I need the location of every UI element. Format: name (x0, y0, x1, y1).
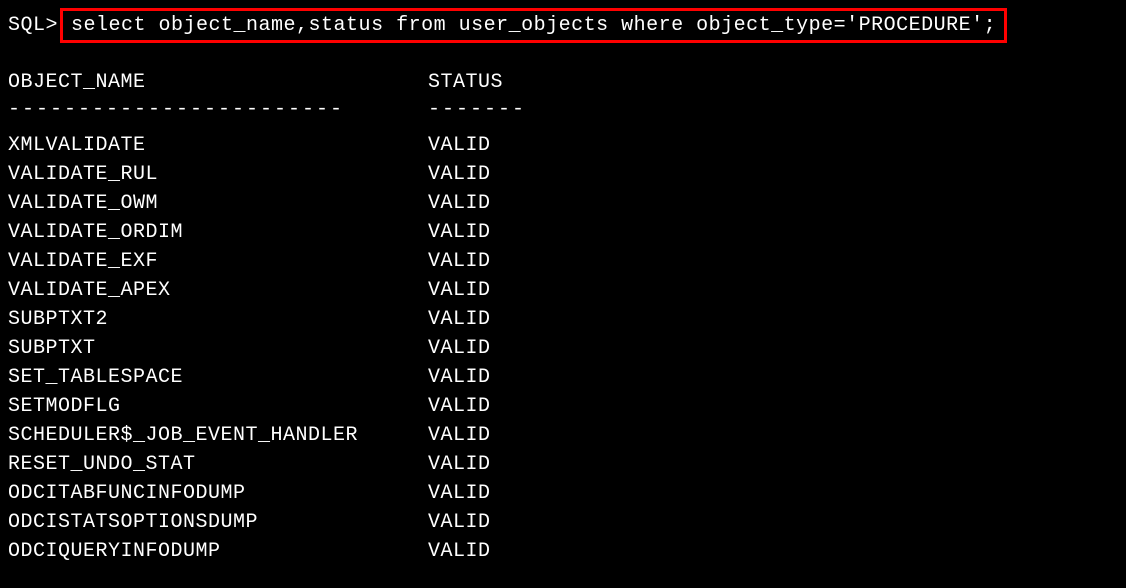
sql-prompt-label: SQL> (8, 14, 58, 37)
table-row: SET_TABLESPACEVALID (8, 363, 1118, 392)
results-header-row: OBJECT_NAME STATUS (8, 71, 1118, 94)
cell-object-name: SET_TABLESPACE (8, 363, 428, 392)
sql-query-highlight: select object_name,status from user_obje… (60, 8, 1007, 43)
table-row: RESET_UNDO_STATVALID (8, 450, 1118, 479)
cell-status: VALID (428, 334, 491, 363)
sql-prompt-line: SQL> select object_name,status from user… (8, 8, 1118, 43)
table-row: SCHEDULER$_JOB_EVENT_HANDLERVALID (8, 421, 1118, 450)
table-row: VALIDATE_OWMVALID (8, 189, 1118, 218)
query-results: OBJECT_NAME STATUS ---------------------… (8, 71, 1118, 566)
cell-object-name: SETMODFLG (8, 392, 428, 421)
cell-object-name: ODCIQUERYINFODUMP (8, 537, 428, 566)
cell-status: VALID (428, 508, 491, 537)
table-row: SETMODFLGVALID (8, 392, 1118, 421)
cell-status: VALID (428, 479, 491, 508)
cell-object-name: VALIDATE_ORDIM (8, 218, 428, 247)
results-separator-row: ------------------------ ------- (8, 98, 1118, 121)
cell-status: VALID (428, 305, 491, 334)
cell-status: VALID (428, 363, 491, 392)
table-row: ODCISTATSOPTIONSDUMPVALID (8, 508, 1118, 537)
cell-status: VALID (428, 160, 491, 189)
table-row: VALIDATE_RULVALID (8, 160, 1118, 189)
cell-status: VALID (428, 218, 491, 247)
table-row: SUBPTXT2VALID (8, 305, 1118, 334)
cell-object-name: RESET_UNDO_STAT (8, 450, 428, 479)
table-row: ODCITABFUNCINFODUMPVALID (8, 479, 1118, 508)
separator-object-name: ------------------------ (8, 98, 428, 121)
cell-object-name: VALIDATE_APEX (8, 276, 428, 305)
results-rows: XMLVALIDATEVALIDVALIDATE_RULVALIDVALIDAT… (8, 131, 1118, 566)
cell-object-name: ODCITABFUNCINFODUMP (8, 479, 428, 508)
cell-status: VALID (428, 450, 491, 479)
cell-status: VALID (428, 392, 491, 421)
cell-status: VALID (428, 131, 491, 160)
table-row: VALIDATE_EXFVALID (8, 247, 1118, 276)
cell-status: VALID (428, 537, 491, 566)
cell-object-name: SUBPTXT (8, 334, 428, 363)
cell-object-name: SUBPTXT2 (8, 305, 428, 334)
cell-status: VALID (428, 247, 491, 276)
cell-object-name: VALIDATE_EXF (8, 247, 428, 276)
table-row: XMLVALIDATEVALID (8, 131, 1118, 160)
table-row: VALIDATE_ORDIMVALID (8, 218, 1118, 247)
cell-status: VALID (428, 189, 491, 218)
cell-object-name: XMLVALIDATE (8, 131, 428, 160)
table-row: ODCIQUERYINFODUMPVALID (8, 537, 1118, 566)
table-row: SUBPTXTVALID (8, 334, 1118, 363)
header-status: STATUS (428, 71, 503, 94)
cell-object-name: ODCISTATSOPTIONSDUMP (8, 508, 428, 537)
sql-query-text: select object_name,status from user_obje… (71, 14, 996, 37)
table-row: VALIDATE_APEXVALID (8, 276, 1118, 305)
header-object-name: OBJECT_NAME (8, 71, 428, 94)
separator-status: ------- (428, 98, 526, 121)
cell-status: VALID (428, 421, 491, 450)
cell-status: VALID (428, 276, 491, 305)
cell-object-name: VALIDATE_OWM (8, 189, 428, 218)
cell-object-name: SCHEDULER$_JOB_EVENT_HANDLER (8, 421, 428, 450)
cell-object-name: VALIDATE_RUL (8, 160, 428, 189)
